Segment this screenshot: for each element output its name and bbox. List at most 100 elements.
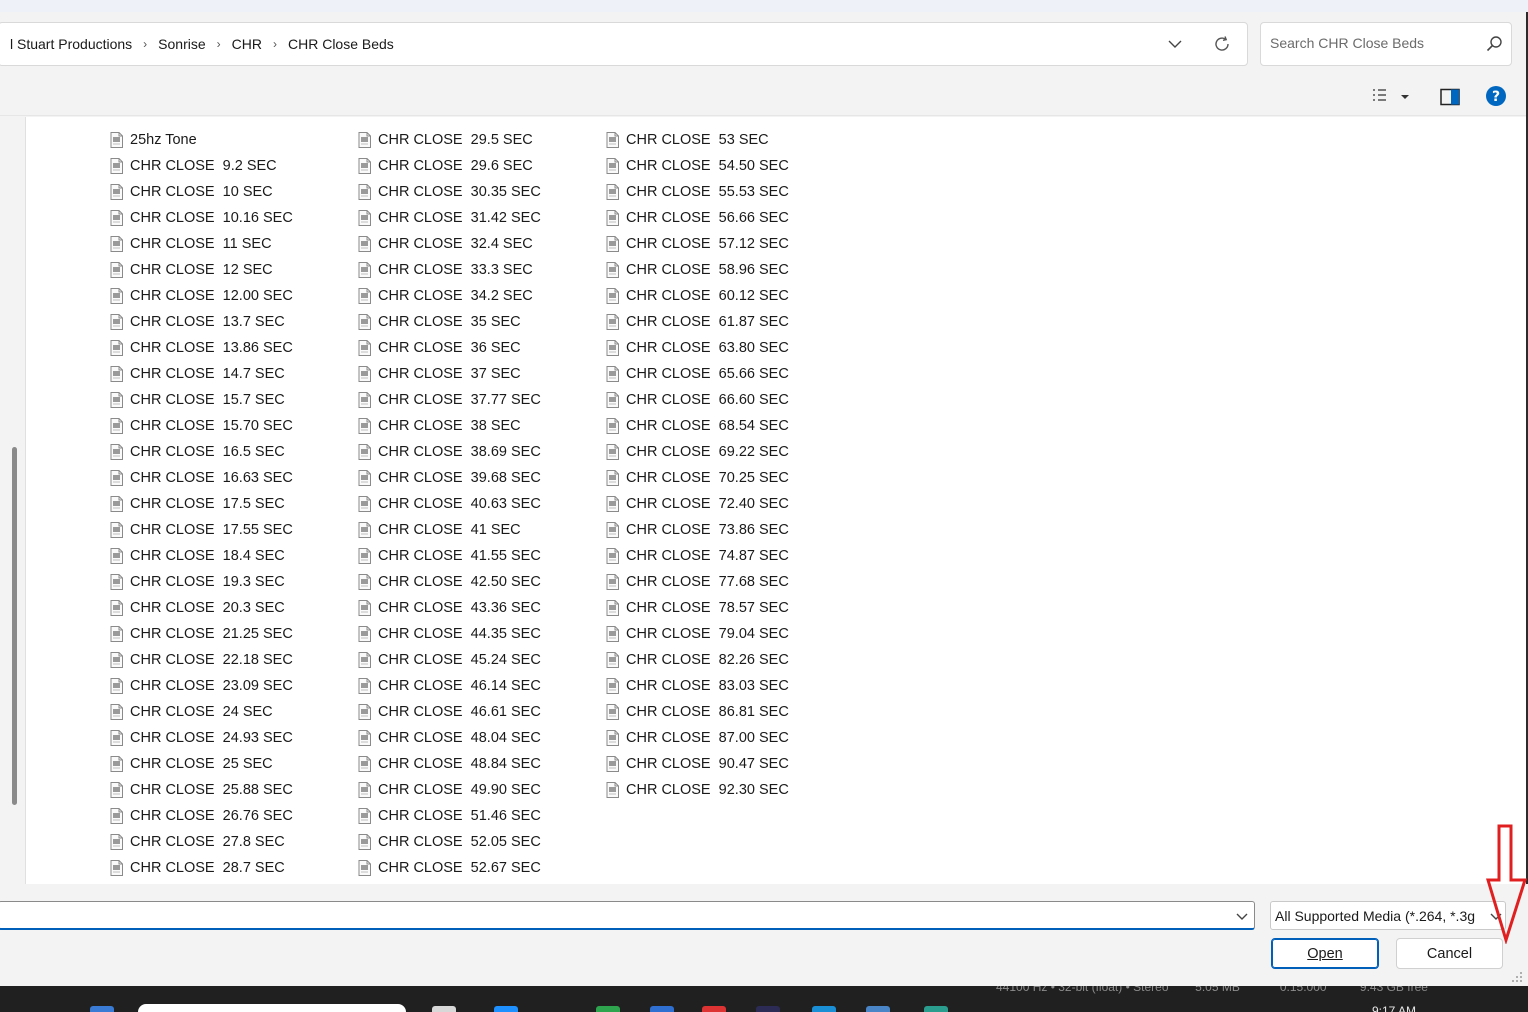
open-button[interactable]: Open	[1271, 938, 1379, 969]
file-name-combobox[interactable]	[0, 901, 1255, 930]
search-box[interactable]	[1260, 22, 1512, 66]
file-item[interactable]: CHR CLOSE 28.7 SEC	[110, 855, 293, 881]
file-item[interactable]: CHR CLOSE 37.77 SEC	[358, 387, 541, 413]
file-item[interactable]: CHR CLOSE 11 SEC	[110, 231, 293, 257]
file-item[interactable]: CHR CLOSE 87.00 SEC	[606, 725, 789, 751]
breadcrumb-item-sonrise[interactable]: Sonrise	[157, 36, 206, 52]
file-item[interactable]: CHR CLOSE 78.57 SEC	[606, 595, 789, 621]
file-item[interactable]: CHR CLOSE 90.47 SEC	[606, 751, 789, 777]
file-item[interactable]: CHR CLOSE 77.68 SEC	[606, 569, 789, 595]
file-item[interactable]: CHR CLOSE 42.50 SEC	[358, 569, 541, 595]
file-type-select[interactable]: All Supported Media (*.264, *.3g	[1270, 901, 1506, 930]
file-item[interactable]: CHR CLOSE 10.16 SEC	[110, 205, 293, 231]
file-item[interactable]: CHR CLOSE 24 SEC	[110, 699, 293, 725]
file-item[interactable]: CHR CLOSE 18.4 SEC	[110, 543, 293, 569]
breadcrumb-item-chr[interactable]: CHR	[231, 36, 263, 52]
file-item[interactable]: CHR CLOSE 52.05 SEC	[358, 829, 541, 855]
file-item[interactable]: CHR CLOSE 82.26 SEC	[606, 647, 789, 673]
file-item[interactable]: CHR CLOSE 25.88 SEC	[110, 777, 293, 803]
file-item[interactable]: CHR CLOSE 13.86 SEC	[110, 335, 293, 361]
file-item[interactable]: CHR CLOSE 17.5 SEC	[110, 491, 293, 517]
file-item[interactable]: CHR CLOSE 27.8 SEC	[110, 829, 293, 855]
file-item[interactable]: CHR CLOSE 65.66 SEC	[606, 361, 789, 387]
file-item[interactable]: CHR CLOSE 25 SEC	[110, 751, 293, 777]
file-item[interactable]: CHR CLOSE 83.03 SEC	[606, 673, 789, 699]
file-item[interactable]: CHR CLOSE 36 SEC	[358, 335, 541, 361]
file-item[interactable]: CHR CLOSE 41 SEC	[358, 517, 541, 543]
file-item[interactable]: CHR CLOSE 29.5 SEC	[358, 127, 541, 153]
file-item[interactable]: CHR CLOSE 74.87 SEC	[606, 543, 789, 569]
taskbar-app-icon[interactable]	[924, 1006, 948, 1012]
file-item[interactable]: CHR CLOSE 22.18 SEC	[110, 647, 293, 673]
breadcrumb-item-chr-close-beds[interactable]: CHR Close Beds	[287, 36, 395, 52]
file-item[interactable]: CHR CLOSE 46.14 SEC	[358, 673, 541, 699]
file-item[interactable]: CHR CLOSE 52.67 SEC	[358, 855, 541, 881]
file-item[interactable]: CHR CLOSE 49.90 SEC	[358, 777, 541, 803]
resize-grip-icon[interactable]	[1510, 970, 1524, 984]
file-item[interactable]: CHR CLOSE 26.76 SEC	[110, 803, 293, 829]
file-item[interactable]: CHR CLOSE 72.40 SEC	[606, 491, 789, 517]
file-item[interactable]: CHR CLOSE 69.22 SEC	[606, 439, 789, 465]
file-item[interactable]: CHR CLOSE 57.12 SEC	[606, 231, 789, 257]
file-item[interactable]: CHR CLOSE 19.3 SEC	[110, 569, 293, 595]
taskbar-app-icon[interactable]	[494, 1006, 518, 1012]
file-item[interactable]: CHR CLOSE 37 SEC	[358, 361, 541, 387]
file-item[interactable]: CHR CLOSE 12.00 SEC	[110, 283, 293, 309]
file-item[interactable]: CHR CLOSE 24.93 SEC	[110, 725, 293, 751]
chevron-down-icon[interactable]	[1233, 907, 1251, 925]
search-input[interactable]	[1270, 35, 1470, 51]
file-name-input[interactable]	[7, 907, 1207, 923]
file-item[interactable]: CHR CLOSE 32.4 SEC	[358, 231, 541, 257]
file-item[interactable]: CHR CLOSE 66.60 SEC	[606, 387, 789, 413]
file-item[interactable]: CHR CLOSE 45.24 SEC	[358, 647, 541, 673]
file-item[interactable]: CHR CLOSE 79.04 SEC	[606, 621, 789, 647]
file-item[interactable]: CHR CLOSE 48.84 SEC	[358, 751, 541, 777]
start-icon[interactable]	[90, 1006, 114, 1012]
file-item[interactable]: CHR CLOSE 39.68 SEC	[358, 465, 541, 491]
chevron-right-icon[interactable]: ›	[273, 37, 277, 51]
file-item[interactable]: CHR CLOSE 86.81 SEC	[606, 699, 789, 725]
preview-pane-icon[interactable]	[1438, 85, 1462, 109]
help-icon[interactable]: ?	[1484, 84, 1508, 108]
file-item[interactable]: CHR CLOSE 58.96 SEC	[606, 257, 789, 283]
file-item[interactable]: CHR CLOSE 38.69 SEC	[358, 439, 541, 465]
file-item[interactable]: CHR CLOSE 70.25 SEC	[606, 465, 789, 491]
chevron-right-icon[interactable]: ›	[217, 37, 221, 51]
file-item[interactable]: CHR CLOSE 48.04 SEC	[358, 725, 541, 751]
file-item[interactable]: CHR CLOSE 13.7 SEC	[110, 309, 293, 335]
file-item[interactable]: CHR CLOSE 92.30 SEC	[606, 777, 789, 803]
file-item[interactable]: CHR CLOSE 15.70 SEC	[110, 413, 293, 439]
file-item[interactable]: CHR CLOSE 53 SEC	[606, 127, 789, 153]
breadcrumb-item-stuart-productions[interactable]: l Stuart Productions	[9, 36, 133, 52]
file-item[interactable]: CHR CLOSE 15.7 SEC	[110, 387, 293, 413]
taskbar-app-icon[interactable]	[756, 1006, 780, 1012]
file-item[interactable]: CHR CLOSE 51.46 SEC	[358, 803, 541, 829]
file-item[interactable]: CHR CLOSE 38 SEC	[358, 413, 541, 439]
taskbar-app-icon[interactable]	[596, 1006, 620, 1012]
taskbar-app-icon[interactable]	[432, 1006, 456, 1012]
file-item[interactable]: 25hz Tone	[110, 127, 293, 153]
file-item[interactable]: CHR CLOSE 30.35 SEC	[358, 179, 541, 205]
file-item[interactable]: CHR CLOSE 17.55 SEC	[110, 517, 293, 543]
file-item[interactable]: CHR CLOSE 73.86 SEC	[606, 517, 789, 543]
file-item[interactable]: CHR CLOSE 63.80 SEC	[606, 335, 789, 361]
file-item[interactable]: CHR CLOSE 33.3 SEC	[358, 257, 541, 283]
file-item[interactable]: CHR CLOSE 60.12 SEC	[606, 283, 789, 309]
taskbar-app-icon[interactable]	[650, 1006, 674, 1012]
file-item[interactable]: CHR CLOSE 43.36 SEC	[358, 595, 541, 621]
file-item[interactable]: CHR CLOSE 16.5 SEC	[110, 439, 293, 465]
file-item[interactable]: CHR CLOSE 12 SEC	[110, 257, 293, 283]
file-item[interactable]: CHR CLOSE 14.7 SEC	[110, 361, 293, 387]
file-item[interactable]: CHR CLOSE 23.09 SEC	[110, 673, 293, 699]
view-options-button[interactable]	[1370, 86, 1418, 108]
file-item[interactable]: CHR CLOSE 21.25 SEC	[110, 621, 293, 647]
file-item[interactable]: CHR CLOSE 46.61 SEC	[358, 699, 541, 725]
file-item[interactable]: CHR CLOSE 10 SEC	[110, 179, 293, 205]
file-item[interactable]: CHR CLOSE 44.35 SEC	[358, 621, 541, 647]
file-item[interactable]: CHR CLOSE 35 SEC	[358, 309, 541, 335]
file-item[interactable]: CHR CLOSE 29.6 SEC	[358, 153, 541, 179]
file-item[interactable]: CHR CLOSE 34.2 SEC	[358, 283, 541, 309]
file-item[interactable]: CHR CLOSE 41.55 SEC	[358, 543, 541, 569]
file-item[interactable]: CHR CLOSE 40.63 SEC	[358, 491, 541, 517]
taskbar-app-icon[interactable]	[702, 1006, 726, 1012]
